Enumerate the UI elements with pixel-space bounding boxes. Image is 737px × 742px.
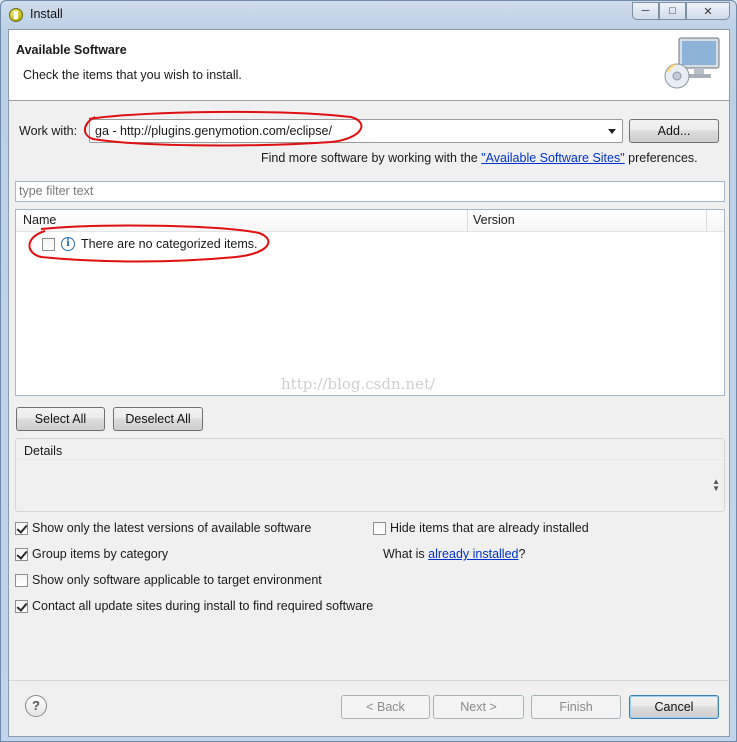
page-title: Available Software xyxy=(16,43,127,57)
what-is-prefix: What is xyxy=(383,547,429,561)
find-more-prefix: Find more software by working with the xyxy=(261,151,482,165)
minimize-button[interactable]: ─ xyxy=(632,2,659,20)
row-checkbox[interactable] xyxy=(42,237,55,251)
work-with-label: Work with: xyxy=(19,124,78,138)
target-environment-label: Show only software applicable to target … xyxy=(32,573,322,587)
footer-separator xyxy=(9,680,729,681)
install-dialog: Install ─ □ ✕ Available Software Check t… xyxy=(0,0,737,742)
eclipse-app-icon xyxy=(9,8,23,22)
next-button[interactable]: Next > xyxy=(433,695,524,719)
row-label: There are no categorized items. xyxy=(81,237,258,251)
column-divider[interactable] xyxy=(467,210,468,232)
window-controls: ─ □ ✕ xyxy=(632,2,730,20)
already-installed-link[interactable]: already installed xyxy=(428,547,518,561)
help-icon[interactable]: ? xyxy=(25,695,47,717)
back-button[interactable]: < Back xyxy=(341,695,430,719)
work-with-value: ga - http://plugins.genymotion.com/eclip… xyxy=(95,124,332,138)
watermark: http://blog.csdn.net/ xyxy=(281,375,436,393)
close-button[interactable]: ✕ xyxy=(686,2,730,20)
target-environment-checkbox[interactable] xyxy=(15,573,28,587)
finish-button[interactable]: Finish xyxy=(531,695,621,719)
cancel-button[interactable]: Cancel xyxy=(629,695,719,719)
option-latest-versions[interactable]: Show only the latest versions of availab… xyxy=(15,521,311,535)
work-with-combo[interactable]: ga - http://plugins.genymotion.com/eclip… xyxy=(89,119,623,143)
details-text-area[interactable]: ▲ ▼ xyxy=(17,459,723,510)
tree-header: Name Version xyxy=(16,210,724,232)
software-tree[interactable]: Name Version i There are no categorized … xyxy=(15,209,725,396)
available-sites-link[interactable]: "Available Software Sites" xyxy=(481,151,624,165)
group-by-category-checkbox[interactable] xyxy=(15,547,28,561)
option-contact-sites[interactable]: Contact all update sites during install … xyxy=(15,599,373,613)
latest-versions-label: Show only the latest versions of availab… xyxy=(32,521,312,535)
dialog-body: Available Software Check the items that … xyxy=(8,29,730,737)
wizard-header: Available Software Check the items that … xyxy=(9,30,729,101)
column-version-header[interactable]: Version xyxy=(473,213,515,227)
select-all-button[interactable]: Select All xyxy=(16,407,105,431)
filter-placeholder: type filter text xyxy=(19,184,94,198)
hide-installed-label: Hide items that are already installed xyxy=(390,521,589,535)
column-name-header[interactable]: Name xyxy=(23,213,56,227)
find-more-suffix: preferences. xyxy=(624,151,698,165)
option-group-by-category[interactable]: Group items by category xyxy=(15,547,168,561)
add-site-button[interactable]: Add... xyxy=(629,119,719,143)
window-title: Install xyxy=(30,7,63,21)
option-hide-installed[interactable]: Hide items that are already installed xyxy=(373,521,589,535)
deselect-all-button[interactable]: Deselect All xyxy=(113,407,203,431)
what-is-installed-text: What is already installed? xyxy=(383,547,525,561)
install-wizard-icon xyxy=(664,37,720,89)
option-target-environment[interactable]: Show only software applicable to target … xyxy=(15,573,322,587)
info-icon: i xyxy=(61,237,75,251)
column-divider[interactable] xyxy=(706,210,707,232)
what-is-suffix: ? xyxy=(518,547,526,561)
chevron-down-icon[interactable] xyxy=(608,129,616,134)
find-more-text: Find more software by working with the "… xyxy=(261,151,698,165)
maximize-button[interactable]: □ xyxy=(659,2,686,20)
hide-installed-checkbox[interactable] xyxy=(373,521,386,535)
contact-sites-checkbox[interactable] xyxy=(15,599,28,613)
latest-versions-checkbox[interactable] xyxy=(15,521,28,535)
details-label: Details xyxy=(24,444,63,458)
details-group: Details ▲ ▼ xyxy=(15,438,725,512)
contact-sites-label: Contact all update sites during install … xyxy=(32,599,374,613)
tree-row[interactable]: i There are no categorized items. xyxy=(42,235,257,253)
page-subtitle: Check the items that you wish to install… xyxy=(23,68,242,82)
filter-input[interactable]: type filter text xyxy=(15,181,725,202)
group-by-category-label: Group items by category xyxy=(32,547,169,561)
title-bar[interactable]: Install ─ □ ✕ xyxy=(1,1,736,29)
scroll-arrows-icon[interactable]: ▲ ▼ xyxy=(712,478,720,493)
